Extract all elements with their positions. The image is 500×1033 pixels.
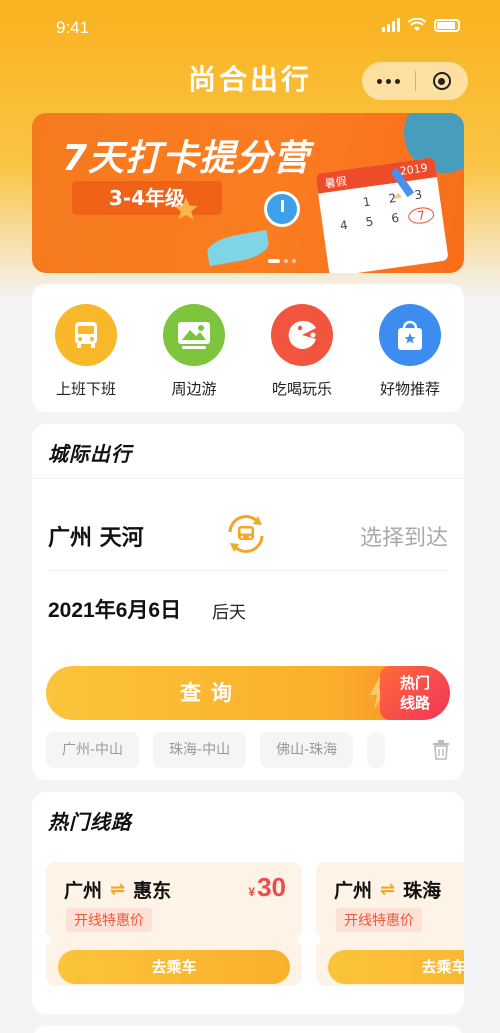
alarm-clock-icon	[264, 191, 300, 227]
calendar-day-highlight: 7	[407, 205, 436, 226]
swap-arrow-icon: ⇌	[380, 879, 396, 900]
route-cities: 广州 ⇌ 珠海	[334, 876, 441, 903]
history-chip[interactable]: 广州-中山	[46, 732, 140, 768]
route-to: 珠海	[403, 880, 442, 902]
quick-entry-recommend[interactable]: 好物推荐	[365, 304, 455, 412]
pencil-icon	[390, 167, 415, 199]
quick-entry-commute[interactable]: 上班下班	[41, 304, 131, 412]
quick-entry-label: 吃喝玩乐	[271, 380, 332, 398]
hot-routes-card: 热门线路 广州 ⇌ 惠东 ¥30 开线特惠价 去乘车 广州 ⇌ 珠海 开线特惠价…	[32, 792, 464, 1014]
history-chip[interactable]: 珠海-中山	[153, 732, 247, 768]
calendar-day: 4	[339, 217, 349, 233]
promo-banner[interactable]: 7天打卡提分营 3-4年级 暑假 2019 123 4567	[32, 113, 464, 273]
section-title: 城际出行	[48, 442, 132, 466]
promo-badge: 开线特惠价	[66, 908, 152, 932]
search-history: 广州-中山 珠海-中山 佛山-珠海	[46, 732, 386, 768]
hot-tag-line: 线路	[399, 694, 430, 712]
trash-icon[interactable]	[432, 740, 450, 760]
section-divider	[32, 478, 464, 479]
status-bar: 9:41	[0, 0, 500, 54]
mountain-icon	[163, 304, 225, 366]
quick-entry-label: 好物推荐	[379, 380, 440, 398]
shopping-bag-icon	[379, 304, 441, 366]
history-chip-overflow[interactable]	[367, 732, 386, 768]
swap-route-icon[interactable]	[224, 512, 268, 556]
route-card[interactable]: 广州 ⇌ 惠东 ¥30 开线特惠价 去乘车	[41, 862, 307, 986]
ticket-notch	[41, 934, 51, 944]
route-from: 广州	[64, 880, 103, 902]
close-mini-program-button[interactable]	[415, 62, 468, 100]
calendar-day: 5	[364, 214, 375, 230]
route-to: 惠东	[133, 880, 172, 902]
hot-routes-tag[interactable]: 热门 线路	[380, 666, 450, 720]
status-time: 9:41	[56, 18, 90, 37]
promo-badge: 开线特惠价	[336, 908, 422, 932]
route-cities: 广州 ⇌ 惠东	[64, 876, 171, 903]
ticket-notch	[297, 934, 307, 944]
quick-entry-food-fun[interactable]: 吃喝玩乐	[257, 304, 347, 412]
route-price: ¥30	[248, 872, 286, 903]
quick-entry-nearby-trip[interactable]: 周边游	[149, 304, 239, 412]
quick-entry-label: 上班下班	[55, 380, 116, 398]
calendar-month: 暑假	[323, 174, 348, 191]
bus-icon	[55, 304, 117, 366]
mini-program-capsule	[362, 62, 468, 100]
next-section-card	[32, 1026, 464, 1033]
hot-tag-line: 热门	[399, 674, 430, 692]
row-divider	[48, 570, 448, 571]
swap-arrow-icon: ⇌	[110, 879, 126, 900]
currency-symbol: ¥	[248, 885, 256, 899]
ride-button[interactable]: 去乘车	[328, 950, 464, 984]
departure-date[interactable]: 2021年6月6日	[48, 594, 181, 624]
banner-title: 7天打卡提分营	[62, 138, 311, 179]
calendar-day: 6	[390, 210, 401, 226]
history-chip[interactable]: 佛山-珠海	[260, 732, 354, 768]
target-icon	[432, 72, 451, 90]
more-button[interactable]	[362, 62, 415, 100]
star-icon	[174, 197, 198, 220]
intercity-card: 城际出行 广州 天河 选择到达 2021年6月6日 后天 查询 热门 线路 广州…	[32, 424, 464, 780]
quick-entry-label: 周边游	[171, 380, 217, 398]
route-card[interactable]: 广州 ⇌ 珠海 开线特惠价 去乘车	[311, 862, 464, 986]
section-title: 热门线路	[48, 810, 132, 834]
wifi-icon	[408, 18, 426, 31]
pacman-icon	[271, 304, 333, 366]
route-from: 广州	[334, 880, 373, 902]
status-icons	[382, 18, 460, 32]
banner-pagination	[268, 259, 296, 263]
date-relative-hint: 后天	[212, 603, 246, 623]
query-button-label: 查询	[180, 681, 242, 705]
battery-icon	[434, 19, 460, 32]
price-value: 30	[257, 872, 286, 902]
departure-field[interactable]: 广州 天河	[48, 520, 144, 552]
feather-decoration	[205, 229, 271, 267]
calendar-illustration: 暑假 2019 123 4567	[315, 157, 449, 273]
calendar-day: 1	[361, 194, 372, 210]
destination-field[interactable]: 选择到达	[360, 520, 448, 552]
signal-icon	[382, 18, 400, 32]
query-button[interactable]: 查询 热门 线路	[46, 666, 450, 720]
ride-button[interactable]: 去乘车	[58, 950, 290, 984]
quick-entry-card: 上班下班 周边游 吃喝玩乐 好物推荐	[32, 284, 464, 412]
ticket-notch	[311, 934, 321, 944]
